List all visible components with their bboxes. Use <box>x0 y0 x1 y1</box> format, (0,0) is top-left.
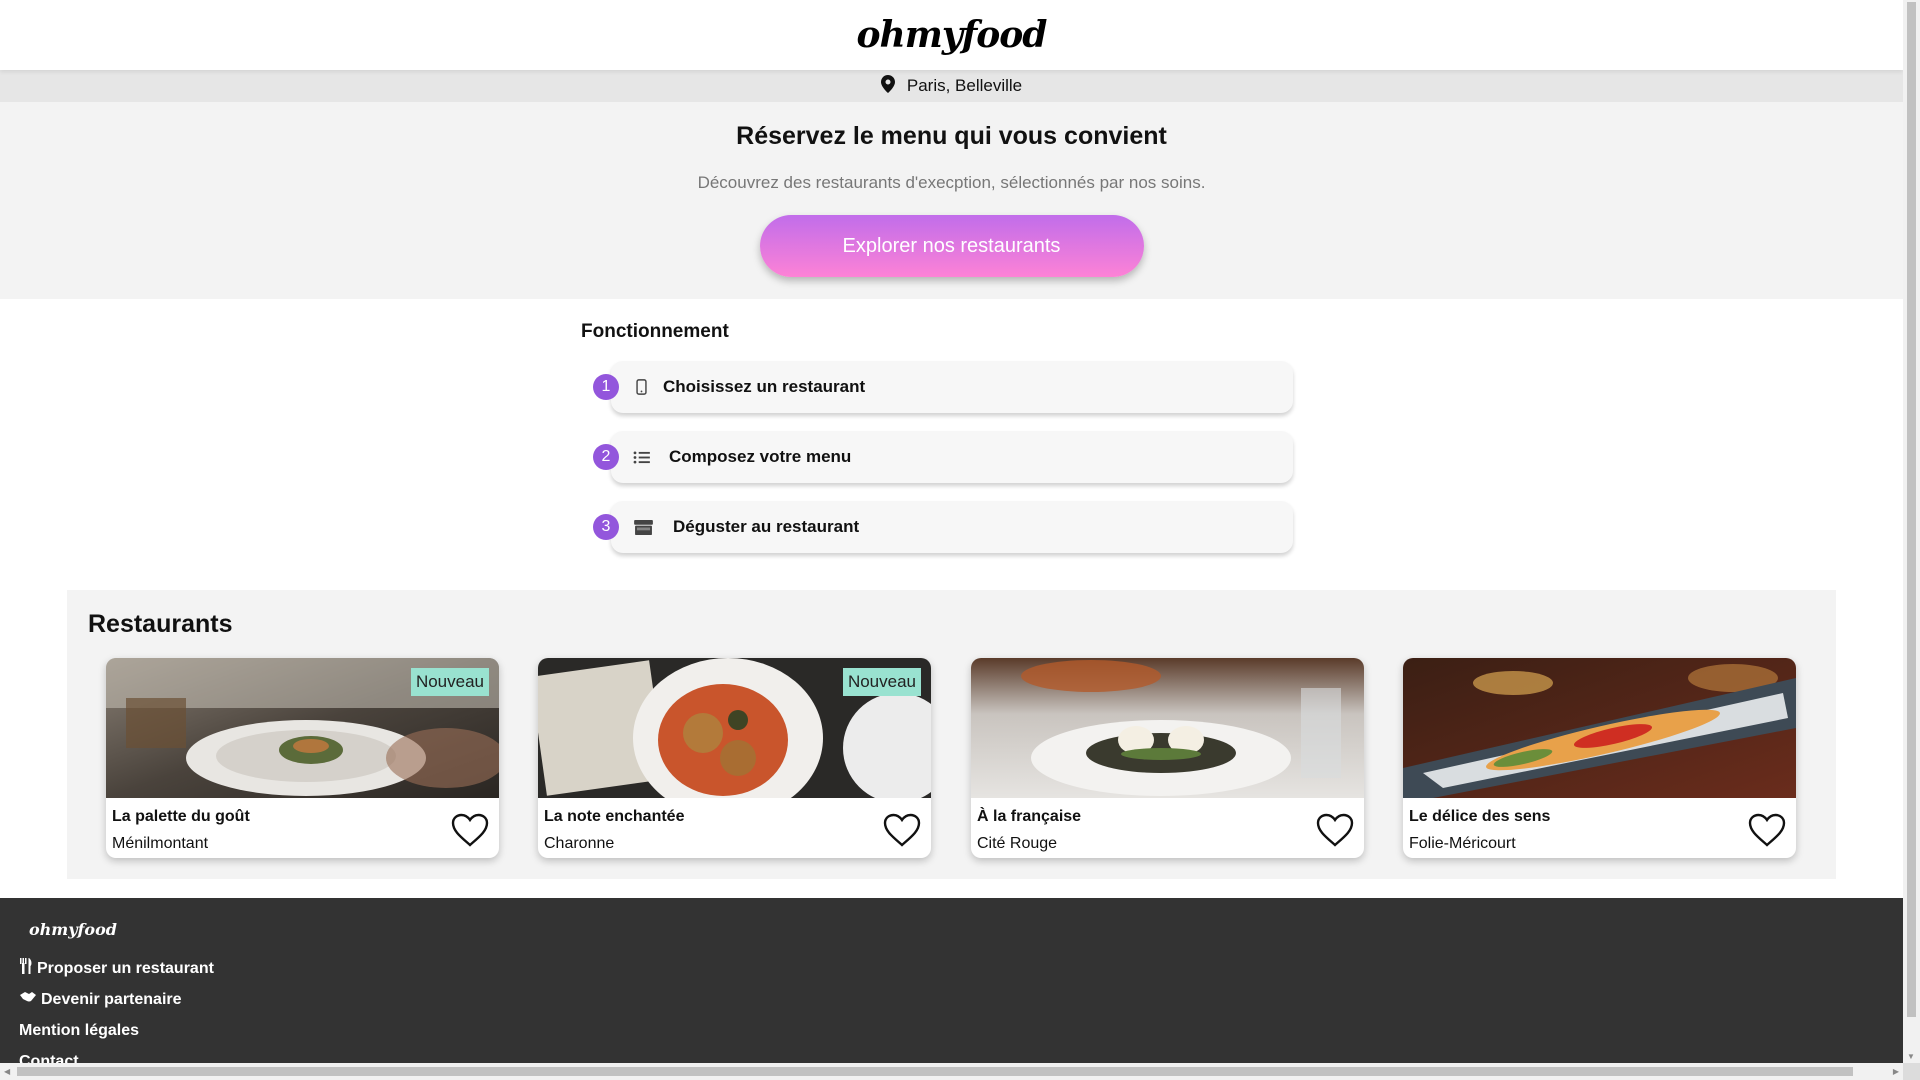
footer-link-label: Mention légales <box>19 1022 140 1039</box>
footer-link-label: Proposer un restaurant <box>37 959 214 977</box>
restaurant-name: Le délice des sens <box>1409 808 1551 825</box>
step-number: 3 <box>593 514 619 540</box>
heart-icon[interactable] <box>1748 813 1786 847</box>
horizontal-scrollbar[interactable]: ◀ ▶ <box>0 1063 1903 1080</box>
how-it-works-title: Fonctionnement <box>581 321 729 342</box>
vertical-scrollbar-thumb[interactable] <box>1907 2 1916 1017</box>
restaurant-card[interactable]: Le délice des sens Folie-Méricourt <box>1403 658 1796 858</box>
store-icon <box>633 517 653 537</box>
restaurant-card[interactable]: À la française Cité Rouge <box>971 658 1364 858</box>
scroll-down-arrow-icon[interactable]: ▼ <box>1907 1052 1915 1061</box>
restaurant-photo <box>1403 658 1796 798</box>
explore-restaurants-button[interactable]: Explorer nos restaurants <box>759 215 1144 277</box>
footer-link-label: Contact <box>19 1053 79 1063</box>
restaurant-area: Folie-Méricourt <box>1409 835 1516 852</box>
restaurant-photo <box>971 658 1364 798</box>
restaurant-photo: Nouveau <box>106 658 499 798</box>
step-number: 2 <box>593 444 619 470</box>
restaurants-section: Restaurants Nouveau La palette du goût M… <box>67 590 1836 879</box>
handshake-icon <box>19 990 37 1009</box>
footer-logo: ohmyfood <box>29 920 117 939</box>
new-badge: Nouveau <box>410 668 489 696</box>
hero-subtitle: Découvrez des restaurants d'execption, s… <box>697 173 1206 192</box>
footer-link-label: Devenir partenaire <box>41 990 182 1008</box>
heart-icon[interactable] <box>1316 813 1354 847</box>
contact-link[interactable]: Contact <box>19 1053 79 1063</box>
step-1[interactable]: 1 Choisissez un restaurant <box>593 361 1293 413</box>
heart-icon[interactable] <box>451 813 489 847</box>
hero-section: Réservez le menu qui vous convient Décou… <box>0 102 1903 299</box>
list-icon <box>631 447 651 467</box>
restaurant-name: La palette du goût <box>112 808 250 825</box>
become-partner-link[interactable]: Devenir partenaire <box>19 990 182 1009</box>
scroll-left-arrow-icon[interactable]: ◀ <box>4 1067 10 1076</box>
step-label: Choisissez un restaurant <box>663 377 866 396</box>
restaurants-title: Restaurants <box>88 610 233 638</box>
scrollbar-corner <box>1903 1063 1920 1080</box>
restaurant-name: La note enchantée <box>544 808 685 825</box>
heart-icon[interactable] <box>883 813 921 847</box>
step-number: 1 <box>593 374 619 400</box>
legal-mentions-link[interactable]: Mention légales <box>19 1022 139 1040</box>
location-bar: Paris, Belleville <box>0 70 1903 102</box>
propose-restaurant-link[interactable]: Proposer un restaurant <box>19 958 214 979</box>
restaurant-area: Charonne <box>544 835 615 852</box>
restaurant-area: Ménilmontant <box>112 835 209 852</box>
hero-title: Réservez le menu qui vous convient <box>736 122 1167 150</box>
map-pin-icon <box>880 74 895 98</box>
site-logo[interactable]: ohmyfood <box>857 14 1048 56</box>
vertical-scrollbar[interactable]: ▼ <box>1903 0 1920 1063</box>
site-header: ohmyfood <box>0 0 1903 70</box>
utensils-icon <box>19 958 33 979</box>
restaurant-card[interactable]: Nouveau La palette du goût Ménilmontant <box>106 658 499 858</box>
how-it-works-section: Fonctionnement 1 Choisissez un restauran… <box>0 299 1903 591</box>
step-label: Composez votre menu <box>669 447 852 466</box>
restaurant-name: À la française <box>977 808 1082 825</box>
step-3[interactable]: 3 Déguster au restaurant <box>593 501 1293 553</box>
scroll-right-arrow-icon[interactable]: ▶ <box>1893 1067 1899 1076</box>
step-2[interactable]: 2 Composez votre menu <box>593 431 1293 483</box>
mobile-phone-icon <box>631 377 651 397</box>
restaurant-photo: Nouveau <box>538 658 931 798</box>
horizontal-scrollbar-thumb[interactable] <box>17 1067 1853 1076</box>
page: ohmyfood Paris, Belleville Réservez le m… <box>0 0 1903 1063</box>
site-footer: ohmyfood Proposer un restaurant Devenir … <box>0 898 1903 1063</box>
step-label: Déguster au restaurant <box>673 517 860 536</box>
new-badge: Nouveau <box>842 668 921 696</box>
location-text: Paris, Belleville <box>906 76 1023 95</box>
restaurant-area: Cité Rouge <box>977 835 1058 852</box>
restaurant-card[interactable]: Nouveau La note enchantée Charonne <box>538 658 931 858</box>
